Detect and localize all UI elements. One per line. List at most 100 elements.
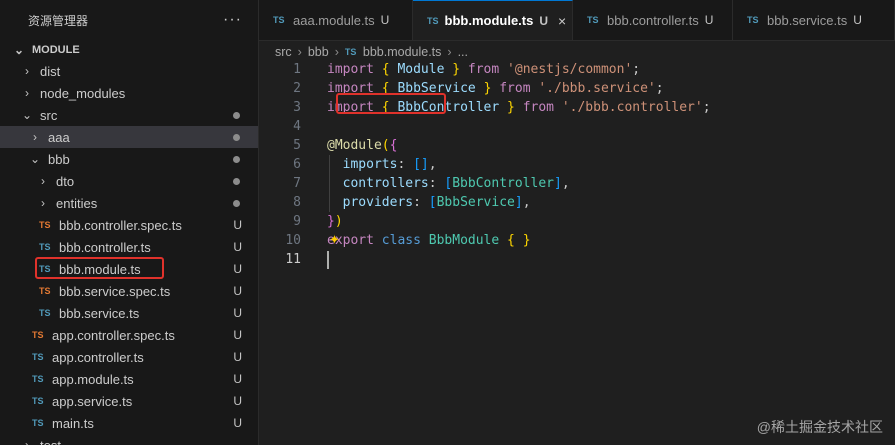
tree-item-label: bbb.controller.spec.ts [59,217,182,233]
file-item[interactable]: TS app.controller.spec.ts U [0,324,258,346]
breadcrumb-symbol[interactable]: ... [458,45,468,59]
untracked-status: U [233,350,242,364]
code-line[interactable]: 4 [259,117,895,136]
file-item[interactable]: TS bbb.service.ts U [0,302,258,324]
code-line[interactable]: 8 providers: [BbbService], [259,193,895,212]
code-line[interactable]: 5 @Module({ [259,136,895,155]
folder-item[interactable]: › aaa [0,126,258,148]
tab-bbb-service-ts[interactable]: TS bbb.service.ts U [733,0,895,40]
typescript-file-icon: TS [427,15,439,26]
breadcrumb-item[interactable]: bbb [308,45,329,59]
explorer-sidebar: 资源管理器 ··· ⌄ MODULE › dist › node_modules ⌄ sr… [0,0,259,445]
typescript-file-icon: TS [39,286,51,296]
folder-item[interactable]: ⌄ bbb [0,148,258,170]
code-line[interactable]: 9}) [259,212,895,231]
line-number: 7 [293,176,301,191]
typescript-file-icon: TS [587,15,599,25]
tab-status: U [539,13,549,28]
code-line[interactable]: 6 imports: [], [259,155,895,174]
watermark: @稀土掘金技术社区 [756,419,883,435]
code-text: export class BbbModule { } [327,233,531,248]
file-item[interactable]: TS app.module.ts U [0,368,258,390]
file-item[interactable]: TS bbb.controller.ts U [0,236,258,258]
highlight-box-imports [336,93,446,114]
folder-item[interactable]: › entities [0,192,258,214]
line-number: 3 [293,100,301,115]
tree-item-label: aaa [48,129,70,145]
untracked-status: U [233,240,242,254]
chevron-down-icon: ⌄ [29,152,41,166]
line-number: 4 [293,119,301,134]
tree-item-label: bbb [48,151,70,167]
tree-item-label: dto [56,173,75,189]
file-item[interactable]: TS app.controller.ts U [0,346,258,368]
code-line[interactable]: 7 controllers: [BbbController], [259,174,895,193]
typescript-file-icon: TS [344,47,357,57]
file-item[interactable]: TS app.service.ts U [0,390,258,412]
typescript-file-icon: TS [747,15,759,25]
tab-aaa-module-ts[interactable]: TS aaa.module.ts U [259,0,413,40]
chevron-right-icon: › [41,196,45,210]
explorer-title: 资源管理器 [28,13,89,28]
line-number: 8 [293,195,301,210]
code-text: controllers: [BbbController], [342,176,570,191]
typescript-file-icon: TS [32,330,44,340]
tree-item-label: app.controller.ts [52,349,144,365]
modified-dot-indicator [233,112,240,119]
untracked-status: U [233,306,242,320]
untracked-status: U [233,218,242,232]
line-number: 11 [285,252,301,267]
close-icon[interactable]: × [558,13,566,29]
tab-status: U [380,13,390,27]
tab-label: bbb.module.ts [444,13,534,28]
more-horizontal-icon[interactable]: ··· [223,11,242,29]
tree-item-label: main.ts [52,415,94,431]
untracked-status: U [233,416,242,430]
untracked-status: U [233,394,242,408]
file-item[interactable]: TS bbb.service.spec.ts U [0,280,258,302]
folder-item[interactable]: › node_modules [0,82,258,104]
tree-item-label: bbb.controller.ts [59,239,151,255]
breadcrumb-file[interactable]: bbb.module.ts [363,45,442,59]
code-line[interactable]: 10 export class BbbModule { } [259,231,895,250]
code-line[interactable]: 11 [259,250,895,269]
typescript-file-icon: TS [32,418,44,428]
file-item[interactable]: TS bbb.controller.spec.ts U [0,214,258,236]
lightbulb-icon[interactable]: ✦ [329,232,340,248]
tree-item-label: test [40,437,61,445]
line-number: 9 [293,214,301,229]
folder-item[interactable]: › test [0,434,258,445]
breadcrumb-item[interactable]: src [275,45,292,59]
folder-item[interactable]: › dist [0,60,258,82]
chevron-right-icon: › [33,130,37,144]
code-editor[interactable]: 1 import { Module } from '@nestjs/common'… [259,60,895,269]
chevron-right-icon: › [41,174,45,188]
code-text: imports: [], [342,157,437,172]
tab-bbb-module-ts[interactable]: TS bbb.module.ts U × [413,0,573,40]
folder-item[interactable]: › dto [0,170,258,192]
modified-dot-indicator [233,134,240,141]
tab-label: aaa.module.ts [293,12,375,28]
tab-status: U [704,13,714,27]
code-line[interactable]: 1 import { Module } from '@nestjs/common'… [259,60,895,79]
line-number: 10 [285,233,301,248]
tab-bbb-controller-ts[interactable]: TS bbb.controller.ts U [573,0,733,40]
tree-item-label: node_modules [40,85,126,101]
typescript-file-icon: TS [39,308,51,318]
code-text: }) [327,214,343,229]
indent-guide [329,155,330,212]
workspace-name: MODULE [32,44,80,56]
workspace-section[interactable]: ⌄ MODULE [0,40,258,60]
folder-item[interactable]: ⌄ src [0,104,258,126]
modified-dot-indicator [233,200,240,207]
code-text: import { Module } from '@nestjs/common'; [327,62,641,77]
untracked-status: U [233,328,242,342]
tree-item-label: bbb.service.spec.ts [59,283,171,299]
chevron-right-icon: › [25,438,29,445]
file-item[interactable]: TS main.ts U [0,412,258,434]
chevron-right-icon: › [25,86,29,100]
tree-item-label: app.controller.spec.ts [52,327,175,343]
tab-bar: TS aaa.module.ts U TS bbb.module.ts U × TS bbb.c… [259,0,895,41]
line-number: 1 [293,62,301,77]
explorer-header: 资源管理器 ··· [0,0,258,40]
